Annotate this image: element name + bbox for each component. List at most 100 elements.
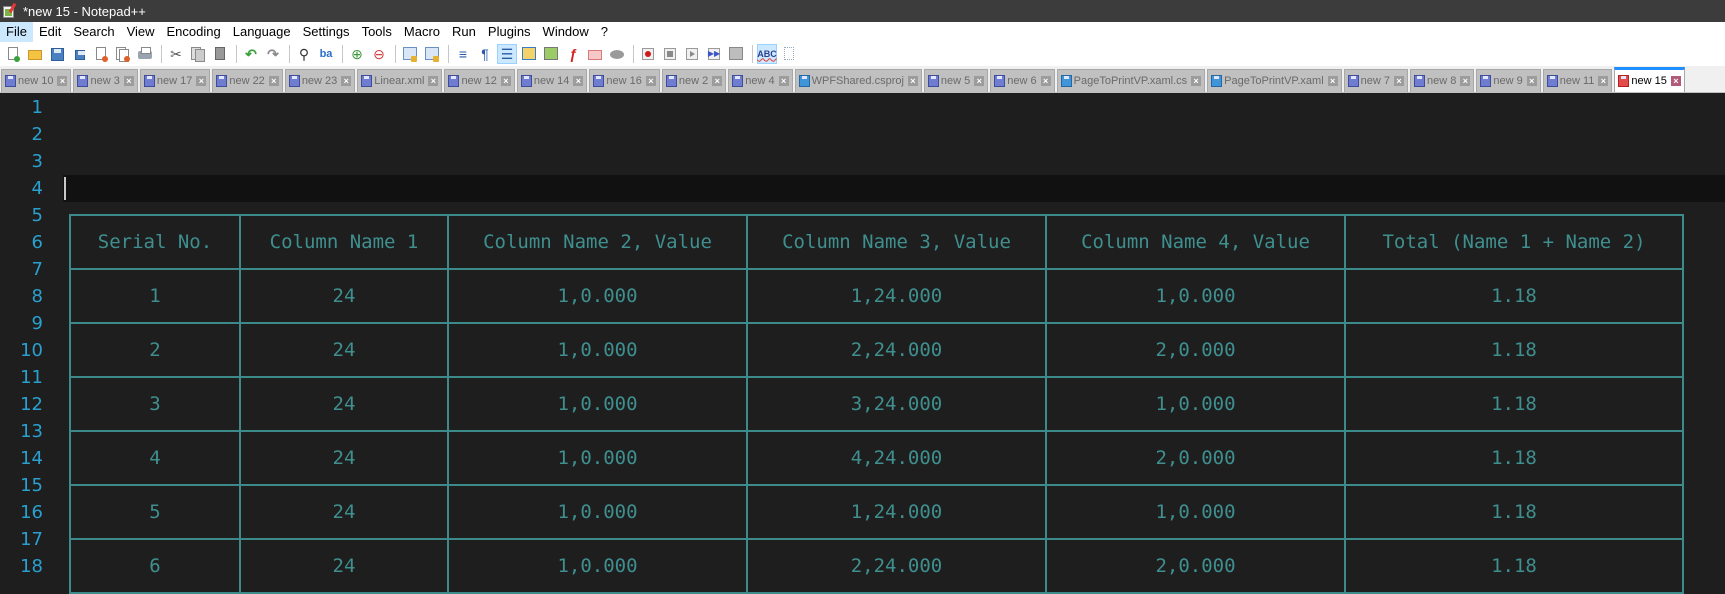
replace-button[interactable]: ba [316,44,336,64]
close-tab-icon[interactable]: × [196,76,207,86]
run-macro-multiple-button[interactable]: ▶▶ [704,44,724,64]
user-defined-language-button[interactable] [519,44,539,64]
close-tab-icon[interactable]: × [1327,76,1338,86]
tab-new-5[interactable]: new 5 × [923,69,989,92]
record-macro-button[interactable] [638,44,658,64]
close-tab-icon[interactable]: × [428,76,439,86]
folder-as-workspace-button[interactable] [585,44,605,64]
close-tab-icon[interactable]: × [1670,76,1681,86]
close-tab-icon[interactable]: × [1460,76,1471,86]
tab-new-22[interactable]: new 22 × [212,69,283,92]
menu-help[interactable]: ? [595,22,614,42]
stop-recording-button[interactable] [660,44,680,64]
menu-run[interactable]: Run [446,22,482,42]
save-all-button[interactable] [69,44,89,64]
tab-label: new 17 [156,75,193,87]
close-tab-icon[interactable]: × [1394,76,1404,86]
close-tab-icon[interactable]: × [500,76,511,86]
save-button[interactable] [47,44,67,64]
find-button[interactable]: ⚲ [294,44,314,64]
close-tab-icon[interactable]: × [57,76,68,86]
tab-new-16[interactable]: new 16 × [589,69,660,92]
tab-new-7[interactable]: new 7 × [1343,69,1408,92]
line-number: 3 [31,151,43,172]
tab-new-4[interactable]: new 4 × [728,69,793,92]
tab-new-3[interactable]: new 3 × [73,69,138,92]
close-tab-icon[interactable]: × [1191,76,1202,86]
menu-settings[interactable]: Settings [297,22,356,42]
tab-pagetoprintvp-xaml[interactable]: PageToPrintVP.xaml × [1207,69,1342,92]
tab-new-8[interactable]: new 8 × [1410,69,1475,92]
close-tab-icon[interactable]: × [907,76,918,86]
spell-check-button[interactable]: ABC [757,44,777,64]
table-cell: 5 [71,486,241,538]
cut-button[interactable]: ✂ [166,44,186,64]
close-tab-icon[interactable]: × [1040,76,1051,86]
function-list-button[interactable]: ƒ [563,44,583,64]
monitoring-button[interactable] [607,44,627,64]
table-cell: 24 [241,324,449,376]
tab-pagetoprintvp-xaml-cs[interactable]: PageToPrintVP.xaml.cs × [1056,69,1206,92]
close-tab-icon[interactable]: × [1598,76,1609,86]
close-tab-icon[interactable]: × [573,76,584,86]
indent-guide-button[interactable]: ☰ [497,44,517,64]
print-button[interactable] [135,44,155,64]
text-table: Serial No. Column Name 1 Column Name 2, Va… [69,214,1684,594]
menu-plugins[interactable]: Plugins [482,22,537,42]
save-all-icon [72,47,86,62]
tab-new-12[interactable]: new 12 × [444,69,515,92]
close-tab-icon[interactable]: × [268,76,279,86]
menu-window[interactable]: Window [537,22,595,42]
close-tab-icon[interactable]: × [341,76,352,86]
close-all-button[interactable] [113,44,133,64]
close-tab-icon[interactable]: × [645,76,656,86]
next-misspelling-button[interactable] [779,44,799,64]
unsaved-file-icon [1347,75,1359,87]
close-tab-icon[interactable]: × [974,76,985,86]
tab-new-23[interactable]: new 23 × [284,69,356,92]
menu-file[interactable]: File [0,22,33,42]
table-header-cell: Column Name 1 [241,216,449,268]
show-all-characters-button[interactable]: ¶ [475,44,495,64]
open-file-button[interactable] [25,44,45,64]
undo-button[interactable]: ↶ [241,44,261,64]
tab-wpfshared-csproj[interactable]: WPFShared.csproj × [794,69,922,92]
line-number: 15 [20,475,43,496]
menu-view[interactable]: View [121,22,161,42]
close-tab-icon[interactable]: × [123,76,134,86]
tab-new-14[interactable]: new 14 × [516,69,588,92]
close-button[interactable] [91,44,111,64]
saved-file-icon [1211,75,1223,87]
zoom-in-button[interactable]: ⊕ [347,44,367,64]
zoom-out-button[interactable]: ⊖ [369,44,389,64]
menu-macro[interactable]: Macro [398,22,446,42]
line-number: 7 [31,259,43,280]
menu-encoding[interactable]: Encoding [161,22,227,42]
tab-new-2[interactable]: new 2 × [661,69,727,92]
unsaved-file-icon [77,75,89,87]
menu-language[interactable]: Language [227,22,297,42]
redo-button[interactable]: ↷ [263,44,283,64]
play-macro-button[interactable] [682,44,702,64]
copy-button[interactable] [188,44,208,64]
tab-new-17[interactable]: new 17 × [139,69,211,92]
word-wrap-button[interactable]: ≡ [453,44,473,64]
paste-button[interactable] [210,44,230,64]
sync-vertical-button[interactable] [400,44,420,64]
tab-new-6[interactable]: new 6 × [990,69,1055,92]
save-macro-button[interactable] [726,44,746,64]
menu-search[interactable]: Search [67,22,120,42]
tab-new-15[interactable]: new 15 × [1614,67,1685,92]
new-file-button[interactable] [3,44,23,64]
sync-horizontal-button[interactable] [422,44,442,64]
tab-new-10[interactable]: new 10 × [1,69,72,92]
tab-new-11[interactable]: new 11 × [1542,69,1613,92]
menu-edit[interactable]: Edit [33,22,67,42]
tab-new-9[interactable]: new 9 × [1476,69,1541,92]
document-map-button[interactable] [541,44,561,64]
close-tab-icon[interactable]: × [712,76,723,86]
close-tab-icon[interactable]: × [1526,76,1537,86]
close-tab-icon[interactable]: × [778,76,789,86]
tab-linear-xml[interactable]: Linear.xml × [357,69,443,92]
menu-tools[interactable]: Tools [356,22,398,42]
